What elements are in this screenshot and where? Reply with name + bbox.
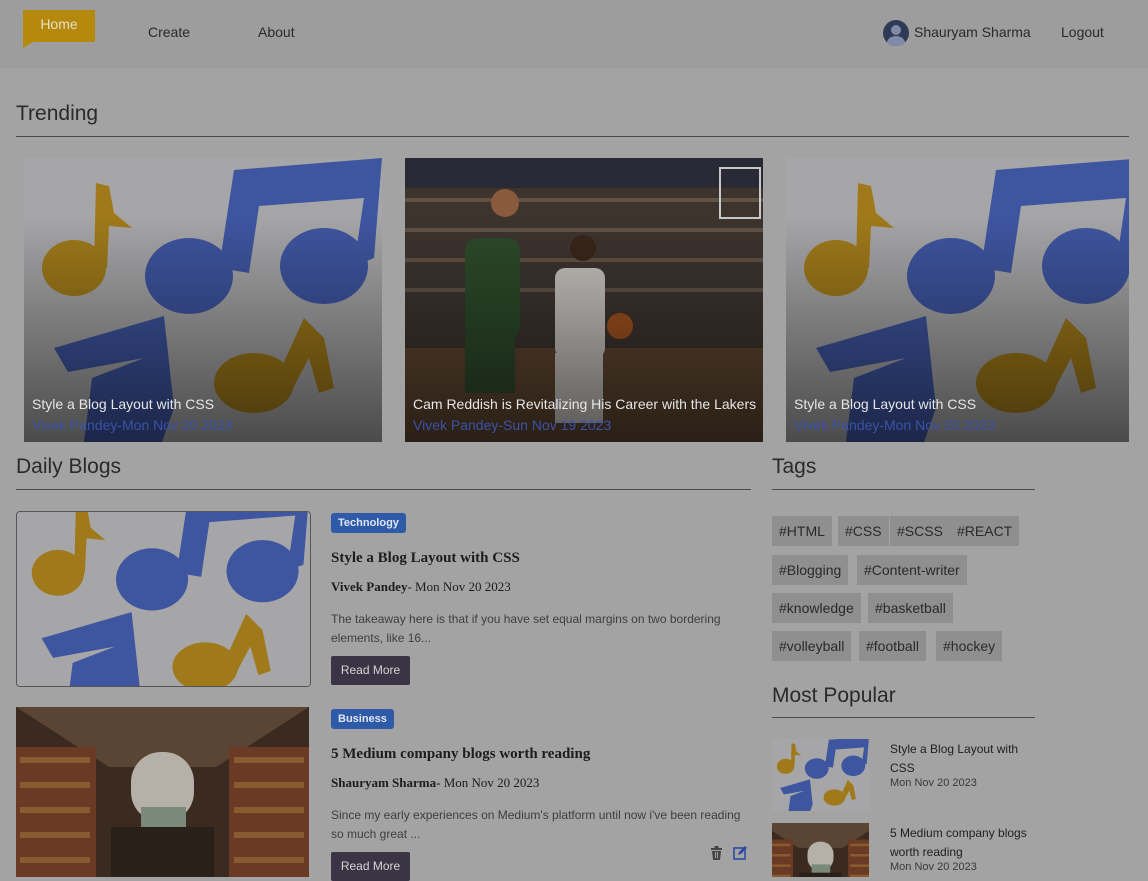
blog-excerpt: The takeaway here is that if you have se… [331,612,721,645]
trending-card[interactable]: Style a Blog Layout with CSS Vivek Pande… [24,158,382,442]
tag-chip[interactable]: #REACT [950,516,1020,546]
trash-icon[interactable] [710,846,723,861]
trending-card[interactable]: Cam Reddish is Revitalizing His Career w… [405,158,763,442]
daily-blogs-divider [16,489,751,490]
top-navbar: Home Create About Shauryam Sharma Logout [0,0,1148,68]
read-more-button[interactable]: Read More [331,656,410,685]
nav-user-name[interactable]: Shauryam Sharma [914,24,1031,40]
category-badge[interactable]: Technology [331,513,406,533]
trending-card-title[interactable]: Style a Blog Layout with CSS [794,396,976,412]
tag-chip[interactable]: #knowledge [772,593,861,623]
trending-card-meta: Vivek Pandey-Mon Nov 20 2023 [794,417,995,433]
trending-heading: Trending [16,102,99,125]
blog-author: Shauryam Sharma [331,775,437,790]
blog-title[interactable]: Style a Blog Layout with CSS [331,550,520,567]
nav-logout-link[interactable]: Logout [1061,24,1104,40]
library-image [16,707,309,877]
trending-card-title[interactable]: Style a Blog Layout with CSS [32,396,214,412]
popular-thumbnail[interactable] [772,739,869,811]
trending-card[interactable]: Style a Blog Layout with CSS Vivek Pande… [786,158,1129,442]
nav-about-link[interactable]: About [258,24,295,40]
tags-divider [772,489,1035,490]
popular-title[interactable]: Style a Blog Layout with CSS [890,740,1040,778]
most-popular-divider [772,717,1035,718]
edit-icon[interactable] [733,846,747,860]
library-image [772,823,869,877]
blog-author-line: Shauryam Sharma- Mon Nov 20 2023 [331,775,539,791]
nav-create-link[interactable]: Create [148,24,190,40]
trending-card-title[interactable]: Cam Reddish is Revitalizing His Career w… [413,396,756,412]
tags-heading: Tags [772,455,817,478]
tag-chip[interactable]: #football [859,631,926,661]
tag-chip[interactable]: #hockey [936,631,1003,661]
tag-chip[interactable]: #volleyball [772,631,852,661]
tag-chip[interactable]: #CSS [838,516,889,546]
blog-author: Vivek Pandey [331,579,408,594]
tag-chip[interactable]: #Content-writer [857,555,967,585]
tag-chip[interactable]: #Blogging [772,555,849,585]
tag-chip[interactable]: #SCSS [890,516,950,546]
music-notes-image [17,512,310,686]
most-popular-heading: Most Popular [772,684,896,707]
blog-author-line: Vivek Pandey- Mon Nov 20 2023 [331,579,511,595]
blog-image[interactable] [16,511,311,687]
tag-chip[interactable]: #basketball [868,593,953,623]
trending-card-meta: Vivek Pandey-Mon Nov 20 2023 [32,417,233,433]
popular-thumbnail[interactable] [772,823,869,877]
blog-excerpt: Since my early experiences on Medium's p… [331,808,741,841]
blog-title[interactable]: 5 Medium company blogs worth reading [331,746,590,763]
music-notes-image [772,739,869,811]
trending-card-meta: Vivek Pandey-Sun Nov 19 2023 [413,417,612,433]
category-badge[interactable]: Business [331,709,394,729]
trending-divider [16,136,1129,137]
tag-chip[interactable]: #HTML [772,516,832,546]
blog-date: - Mon Nov 20 2023 [436,775,540,790]
popular-date: Mon Nov 20 2023 [890,861,977,873]
nav-home-link[interactable]: Home [23,10,95,48]
daily-blogs-heading: Daily Blogs [16,455,122,478]
popular-date: Mon Nov 20 2023 [890,777,977,789]
blog-date: - Mon Nov 20 2023 [407,579,511,594]
user-avatar-icon[interactable] [883,20,909,46]
popular-title[interactable]: 5 Medium company blogs worth reading [890,824,1040,862]
blog-image[interactable] [16,707,309,877]
